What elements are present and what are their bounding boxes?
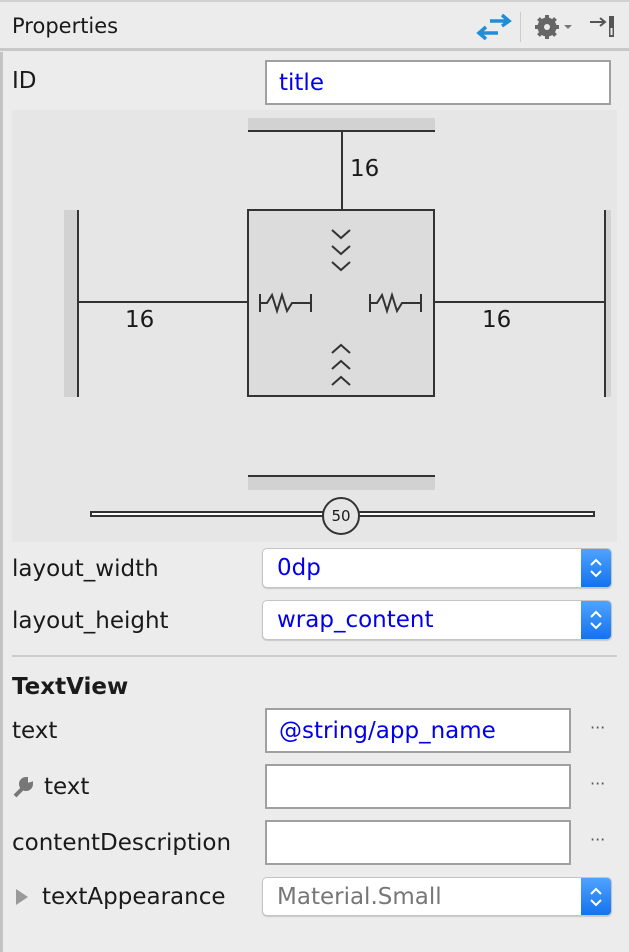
top-anchor-bar[interactable] bbox=[248, 118, 435, 131]
id-label: ID bbox=[12, 68, 37, 94]
expand-triangle-icon[interactable] bbox=[14, 887, 30, 907]
panel-title: Properties bbox=[12, 14, 119, 38]
content-description-label: contentDescription bbox=[12, 830, 232, 856]
text-label: text bbox=[12, 718, 58, 744]
layout-height-dropdown[interactable]: wrap_content bbox=[262, 600, 612, 640]
text-input[interactable]: @string/app_name bbox=[265, 708, 571, 753]
bottom-anchor-bar[interactable] bbox=[248, 476, 435, 490]
gear-icon[interactable] bbox=[534, 14, 576, 40]
divider bbox=[520, 12, 521, 42]
swap-arrows-icon[interactable] bbox=[476, 14, 512, 40]
panel-header: Properties bbox=[0, 0, 629, 51]
left-anchor-bar[interactable] bbox=[64, 210, 78, 397]
pin-to-side-icon[interactable] bbox=[588, 14, 618, 40]
section-divider bbox=[12, 655, 617, 657]
text-appearance-value: Material.Small bbox=[277, 883, 442, 910]
layout-width-label: layout_width bbox=[12, 556, 159, 582]
text-appearance-label: textAppearance bbox=[42, 884, 226, 910]
wrench-icon bbox=[13, 776, 34, 798]
layout-width-dropdown[interactable]: 0dp bbox=[262, 548, 612, 588]
layout-height-value: wrap_content bbox=[277, 607, 434, 633]
chevron-up-down-icon bbox=[581, 878, 611, 915]
top-margin-value[interactable]: 16 bbox=[350, 156, 379, 182]
text-more-button[interactable]: ··· bbox=[590, 718, 605, 737]
tools-text-more-button[interactable]: ··· bbox=[590, 774, 605, 793]
id-input[interactable]: title bbox=[265, 60, 611, 105]
content-description-more-button[interactable]: ··· bbox=[590, 830, 605, 849]
left-margin-value[interactable]: 16 bbox=[125, 307, 154, 333]
constraint-editor: 16 16 16 50 bbox=[12, 110, 617, 542]
right-margin-value[interactable]: 16 bbox=[482, 307, 511, 333]
layout-width-value: 0dp bbox=[277, 555, 321, 581]
section-title: TextView bbox=[12, 674, 129, 700]
tools-text-input[interactable] bbox=[265, 764, 571, 809]
content-description-input[interactable] bbox=[265, 820, 571, 865]
layout-height-label: layout_height bbox=[12, 608, 169, 634]
chevron-up-down-icon bbox=[581, 549, 611, 587]
text-appearance-dropdown[interactable]: Material.Small bbox=[262, 877, 612, 916]
bias-slider-knob[interactable]: 50 bbox=[322, 497, 360, 535]
chevron-up-down-icon bbox=[581, 601, 611, 639]
tools-text-label: text bbox=[44, 774, 90, 800]
